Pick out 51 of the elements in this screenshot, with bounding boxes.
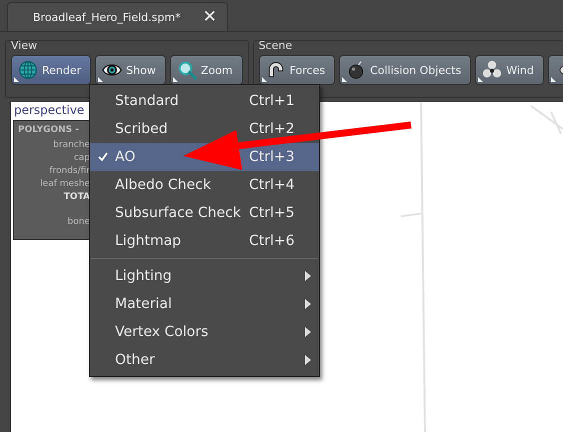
toolbar-button[interactable]: Zoom [170,55,243,85]
menu-item[interactable]: Lightmap Ctrl+6 [90,227,319,255]
shortcut-label: Ctrl+2 [249,121,296,137]
menu-label: Subsurface Check [115,205,242,221]
stats-label: cap [74,152,90,165]
menu-item[interactable]: Standard Ctrl+1 [90,87,319,115]
submenu-arrow-icon [305,327,311,337]
close-button[interactable]: ✕ [202,8,217,26]
menu-label: Albedo Check [115,177,212,193]
menu-item[interactable]: Other [90,346,319,374]
toolbar-button[interactable]: Show [95,55,166,85]
menu-label: AO [115,149,136,165]
toolbar-button[interactable]: Render [11,55,92,85]
submenu-arrow-icon [305,299,311,309]
stats-label: fronds/fir [49,165,90,178]
search-icon [176,60,197,80]
submenu-arrow-icon [305,355,311,365]
shortcut-label: Ctrl+5 [249,205,296,221]
group-title: Scene [258,41,292,52]
toolbar-button[interactable]: Collision Objects [339,55,472,85]
toolbar-button[interactable]: Wind [475,55,544,85]
stats-label: bone [68,216,90,229]
stats-label: branche [53,139,90,152]
tab-title: Broadleaf_Hero_Field.spm* [33,10,181,24]
menu-label: Lightmap [115,233,182,249]
stats-label: leaf meshe [40,178,90,191]
viewport-title: perspective [14,103,84,117]
menu-label: Other [115,352,156,368]
menu-label: Lighting [115,268,173,284]
shortcut-label: Ctrl+6 [249,233,296,249]
menu-item[interactable]: Vertex Colors [90,318,319,346]
menu-item[interactable]: Albedo Check Ctrl+4 [90,171,319,199]
document-tab[interactable]: Broadleaf_Hero_Field.spm* ✕ [7,2,228,31]
submenu-arrow-icon [305,271,311,281]
shortcut-label: Ctrl+4 [249,177,296,193]
stats-heading: POLYGONS - [17,125,80,135]
menu-item[interactable]: Lighting [90,262,319,290]
fan-icon [482,60,502,80]
menu-label: Vertex Colors [115,324,210,340]
group-title: View [11,39,38,52]
globe-icon [18,60,38,80]
menu-label: Standard [115,93,180,109]
menu-item[interactable]: Material [90,290,319,318]
menu-label: Scribed [115,121,169,137]
menu-label: Material [115,296,173,312]
menu-item[interactable]: Subsurface Check Ctrl+5 [90,199,319,227]
shortcut-label: Ctrl+3 [249,149,296,165]
menu-item[interactable]: Scribed Ctrl+2 [90,115,319,143]
shortcut-label: Ctrl+1 [249,93,296,109]
stats-label: TOTA [64,191,90,204]
toolbar-button[interactable]: Forces [258,55,336,85]
